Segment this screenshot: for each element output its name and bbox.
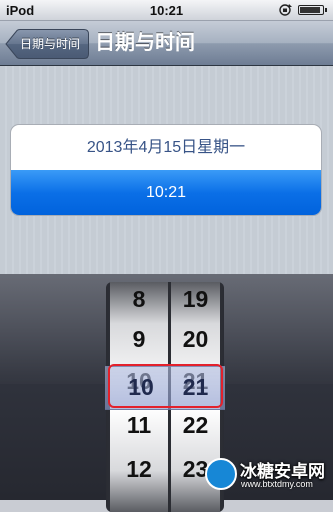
watermark-url: www.btxtdmy.com [241,479,313,489]
page-title: 日期与时间 [95,32,195,54]
hour-item[interactable]: 11 [110,410,168,440]
rotation-lock-icon [279,4,292,16]
battery-icon [298,5,327,15]
hour-item[interactable]: 8 [110,284,168,314]
minute-item[interactable]: 19 [171,284,220,314]
watermark-logo-icon [205,458,237,490]
status-bar: iPod 10:21 [0,0,333,21]
hour-item[interactable]: 12 [110,454,168,484]
date-time-group: 2013年4月15日星期一 10:21 [10,124,322,216]
minute-item[interactable]: 22 [171,410,220,440]
back-button-label: 日期与时间 [19,37,80,51]
selection-highlight-box [108,364,223,408]
back-button[interactable]: 日期与时间 [5,29,89,59]
hour-item[interactable]: 9 [110,324,168,354]
battery-level [300,7,320,13]
navigation-bar: 日期与时间 日期与时间 [0,21,333,66]
minute-item[interactable]: 20 [171,324,220,354]
time-row-selected[interactable]: 10:21 [11,170,321,215]
watermark: 冰糖安卓网 www.btxtdmy.com [205,456,330,496]
date-row[interactable]: 2013年4月15日星期一 [11,125,321,171]
settings-content: 2013年4月15日星期一 10:21 [0,66,333,274]
